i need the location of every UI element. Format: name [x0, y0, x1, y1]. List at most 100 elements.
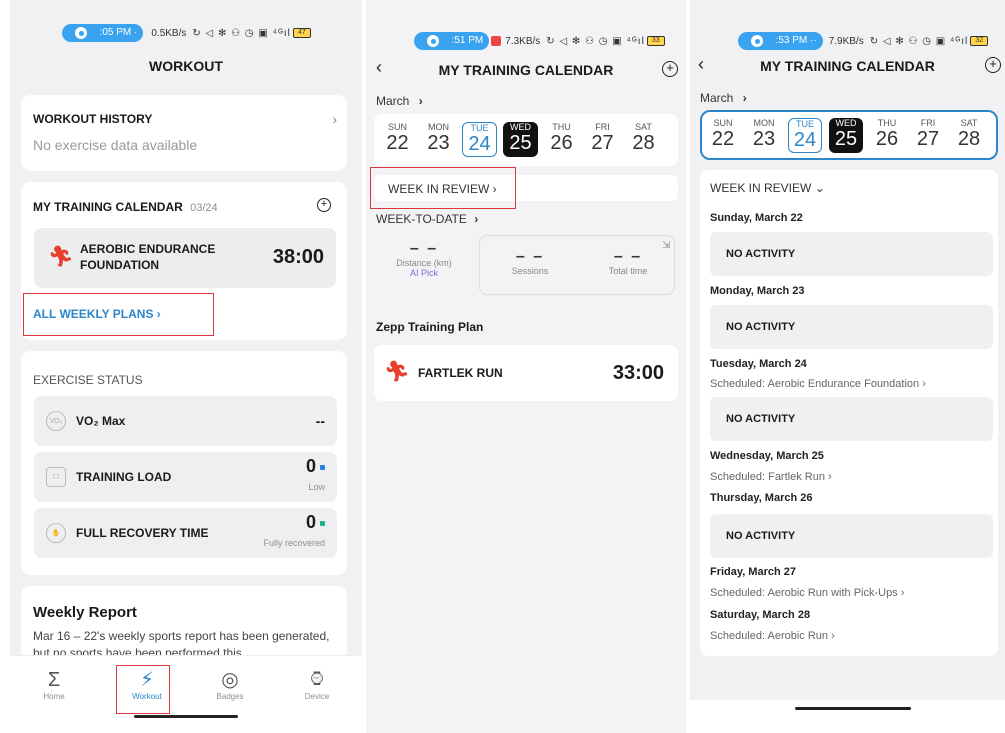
training-calendar-screen: 3:51 PM 7.3KB/s ↻ ◁ ✻ ⚇ ◷ ▣ ⁴ᴳıl 33 ‹ MY…: [366, 0, 686, 733]
day-mon[interactable]: MON 23: [747, 118, 781, 153]
day-wed-selected[interactable]: WED 25: [829, 118, 863, 153]
day-thu[interactable]: THU 26: [870, 118, 904, 153]
bottom-safe-area: [690, 700, 1005, 733]
vo2-icon: VO₂: [46, 411, 66, 431]
day-sat[interactable]: SAT 28: [626, 122, 661, 157]
day-title-wed: Wednesday, March 25: [710, 450, 824, 462]
day-title-mon: Monday, March 23: [710, 285, 805, 297]
scheduled-sat[interactable]: Scheduled: Aerobic Run ›: [710, 630, 835, 642]
plan-duration: 38:00: [272, 246, 324, 268]
plan-entry[interactable]: 🏃︎ AEROBIC ENDURANCE FOUNDATION 38:00: [34, 228, 336, 288]
page-title: MY TRAINING CALENDAR: [760, 58, 935, 74]
day-sun[interactable]: SUN 22: [380, 122, 415, 157]
page-title: WORKOUT: [149, 58, 223, 74]
training-calendar-title: MY TRAINING CALENDAR: [33, 200, 183, 214]
metric-sessions: – – Sessions: [490, 248, 570, 276]
status-icons: ↻ ◁ ✻ ⚇ ◷ ▣ ⁴ᴳıl: [192, 27, 291, 39]
workout-history-card[interactable]: WORKOUT HISTORY No exercise data availab…: [21, 95, 347, 171]
day-fri[interactable]: FRI 27: [585, 122, 620, 157]
notification-icon: [491, 36, 502, 46]
plan-entry[interactable]: 🏃︎ FARTLEK RUN 33:00: [374, 345, 678, 401]
day-title-tue: Tuesday, March 24: [710, 358, 807, 370]
day-fri[interactable]: FRI 27: [911, 118, 945, 153]
recovered-indicator-icon: [320, 521, 325, 527]
status-bar: 3:51 PM 7.3KB/s ↻ ◁ ✻ ⚇ ◷ ▣ ⁴ᴳıl 33: [414, 31, 665, 51]
status-icons: ↻ ◁ ✻ ⚇ ◷ ▣ ⁴ᴳıl: [546, 35, 645, 47]
vo2-value: --: [315, 413, 325, 429]
add-plan-icon[interactable]: +: [317, 198, 331, 212]
page-title: MY TRAINING CALENDAR: [438, 62, 614, 78]
recovery-time-row[interactable]: ✋ FULL RECOVERY TIME 0 Fully recovered: [34, 508, 337, 558]
day-tue-today[interactable]: TUE 24: [788, 118, 822, 153]
scheduled-fri[interactable]: Scheduled: Aerobic Run with Pick-Ups ›: [710, 587, 904, 599]
watch-icon: ⌚︎: [307, 669, 327, 691]
no-activity-tue: NO ACTIVITY: [710, 397, 993, 441]
day-thu[interactable]: THU 26: [544, 122, 579, 157]
add-icon[interactable]: +: [662, 61, 678, 77]
vo2-max-row[interactable]: VO₂ VO₂ Max --: [34, 396, 337, 446]
chevron-right-icon: ›: [332, 111, 337, 127]
day-mon[interactable]: MON 23: [421, 122, 456, 157]
total-time-value: – –: [613, 248, 643, 265]
zepp-plan-title: Zepp Training Plan: [376, 320, 484, 334]
sessions-label: Sessions: [511, 266, 549, 276]
month-label: March: [376, 94, 410, 108]
training-load-icon: ☐: [46, 467, 66, 487]
sessions-value: – –: [515, 248, 545, 265]
workout-screen: 3:05 PM · 0.5KB/s ↻ ◁ ✻ ⚇ ◷ ▣ ⁴ᴳıl 47 WO…: [10, 0, 362, 733]
week-days: SUN 22 MON 23 TUE 24 WED 25 THU 26 FRI 27 SAT 2…: [380, 122, 661, 157]
location-pill: [738, 32, 776, 50]
week-days: SUN 22 MON 23 TUE 24 WED 25 THU 26 FRI 27 SAT 2…: [706, 118, 986, 153]
highlight-box: [370, 167, 516, 209]
tab-device[interactable]: ⌚︎ Device: [287, 668, 347, 701]
day-sat[interactable]: SAT 28: [952, 118, 986, 153]
status-bar: 3:05 PM · 0.5KB/s ↻ ◁ ✻ ⚇ ◷ ▣ ⁴ᴳıl 47: [62, 23, 311, 43]
tab-badges[interactable]: ◎ Badges: [200, 668, 260, 701]
training-load-label: TRAINING LOAD: [76, 470, 172, 484]
status-time: 3:53 PM ··: [768, 32, 823, 50]
tab-home[interactable]: Σ Home: [24, 668, 84, 701]
weekly-report-title: Weekly Report: [33, 604, 137, 621]
exercise-status-title: EXERCISE STATUS: [33, 373, 143, 387]
plan-duration: 33:00: [612, 362, 664, 384]
recovery-note: Fully recovered: [263, 538, 325, 548]
no-activity-sun: NO ACTIVITY: [710, 232, 993, 276]
recovery-label: FULL RECOVERY TIME: [76, 526, 209, 540]
metric-distance: – – Distance (km) AI Pick: [384, 240, 464, 278]
highlight-box: [23, 293, 214, 336]
add-icon[interactable]: +: [985, 57, 1001, 73]
day-tue-today[interactable]: TUE 24: [462, 122, 497, 157]
scheduled-wed[interactable]: Scheduled: Fartlek Run ›: [710, 471, 832, 483]
training-load-note: Low: [308, 482, 325, 492]
home-indicator: [134, 715, 238, 718]
scheduled-tue[interactable]: Scheduled: Aerobic Endurance Foundation …: [710, 378, 926, 390]
tab-badges-label: Badges: [216, 692, 244, 701]
plan-name: FARTLEK RUN: [418, 366, 503, 380]
status-icons: ↻ ◁ ✻ ⚇ ◷ ▣ ⁴ᴳıl: [869, 35, 969, 47]
month-selector[interactable]: March ›: [700, 91, 747, 105]
day-title-thu: Thursday, March 26: [710, 492, 813, 504]
external-link-icon[interactable]: ⇲: [662, 240, 670, 251]
no-activity-thu: NO ACTIVITY: [710, 514, 993, 558]
battery-icon: 32: [970, 36, 989, 46]
day-sun[interactable]: SUN 22: [706, 118, 740, 153]
badge-icon: ◎: [221, 669, 239, 691]
day-title-fri: Friday, March 27: [710, 566, 796, 578]
chevron-down-icon: ⌄: [814, 181, 825, 195]
week-in-review-toggle[interactable]: WEEK IN REVIEW ⌄: [710, 181, 825, 195]
location-pill: [62, 24, 100, 42]
training-load-row[interactable]: ☐ TRAINING LOAD 0 Low: [34, 452, 337, 502]
week-to-date-link[interactable]: WEEK-TO-DATE ›: [376, 212, 478, 226]
workout-history-title: WORKOUT HISTORY: [33, 112, 153, 126]
day-title-sat: Saturday, March 28: [710, 609, 811, 621]
ai-pick-tag: AI Pick: [409, 268, 438, 278]
runner-icon: 🏃︎: [384, 361, 410, 383]
recovery-icon: ✋: [46, 523, 66, 543]
recovery-value-block: 0 Fully recovered: [263, 512, 325, 551]
tab-home-label: Home: [43, 692, 65, 701]
day-wed-selected[interactable]: WED 25: [503, 122, 538, 157]
total-time-label: Total time: [608, 266, 648, 276]
month-selector[interactable]: March ›: [376, 94, 423, 108]
recovery-value: 0: [305, 512, 316, 532]
battery-icon: 33: [646, 36, 665, 46]
